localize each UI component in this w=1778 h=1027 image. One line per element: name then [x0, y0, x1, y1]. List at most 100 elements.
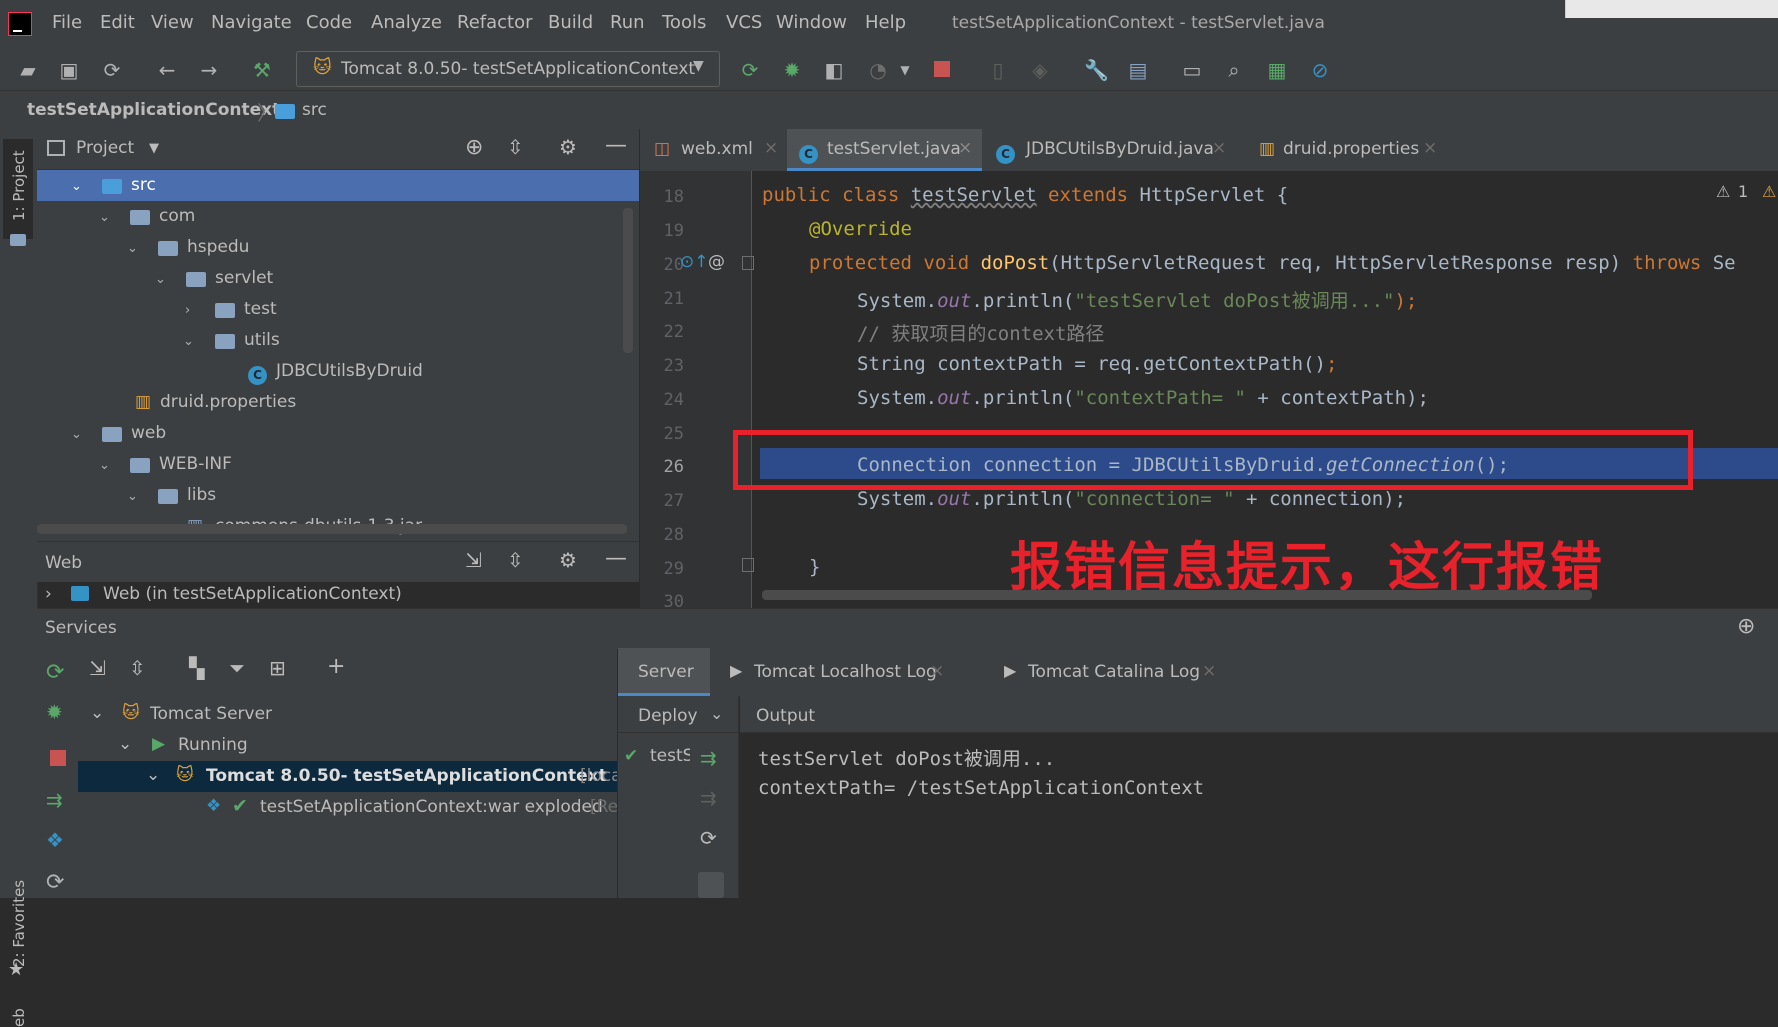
- services-title[interactable]: Services: [45, 618, 117, 638]
- chevron-down-icon[interactable]: ▼: [149, 141, 159, 156]
- coverage-icon[interactable]: ◈: [1028, 58, 1052, 82]
- collapse-all-icon[interactable]: ⇳: [507, 548, 524, 572]
- menu-edit[interactable]: Edit: [100, 12, 135, 33]
- attach-debugger-icon[interactable]: ▯: [986, 58, 1010, 82]
- override-marker-icon[interactable]: ⊙↑: [680, 252, 709, 272]
- web-tree-row[interactable]: › Web (in testSetApplicationContext): [37, 582, 639, 608]
- menu-tools[interactable]: Tools: [662, 12, 706, 33]
- fold-marker-icon[interactable]: [742, 558, 754, 572]
- undeploy-icon[interactable]: ⇉: [700, 786, 717, 810]
- service-tomcat-server[interactable]: ⌄ 🐱 Tomcat Server: [78, 699, 618, 730]
- project-scrollbar[interactable]: [623, 208, 633, 353]
- tree-item-src[interactable]: ⌄ src: [37, 170, 639, 201]
- expand-all-icon[interactable]: ⇲: [89, 656, 106, 680]
- back-arrow-icon[interactable]: ←: [155, 58, 179, 82]
- project-structure-icon[interactable]: ▤: [1126, 58, 1150, 82]
- tab-jdbcutils-java[interactable]: C JDBCUtilsByDruid.java ×: [990, 129, 1232, 171]
- filter-icon[interactable]: ⏷: [229, 656, 245, 680]
- rerun-icon[interactable]: ⟳: [46, 660, 64, 685]
- settings-wrench-icon[interactable]: 🔧: [1084, 58, 1109, 82]
- web-tool-tab[interactable]: eb: [10, 1008, 28, 1027]
- stop-icon[interactable]: [934, 61, 950, 77]
- web-panel-title[interactable]: Web: [45, 553, 82, 573]
- close-icon[interactable]: ×: [1202, 661, 1216, 681]
- favorites-tool-tab[interactable]: 2: Favorites: [10, 880, 28, 967]
- search-icon[interactable]: ⌕: [1222, 58, 1246, 82]
- breadcrumb-project[interactable]: testSetApplicationContext: [27, 100, 280, 120]
- tree-item-web-inf[interactable]: ⌄ WEB-INF: [37, 449, 639, 480]
- open-folder-icon[interactable]: ▰: [16, 58, 40, 82]
- service-war-exploded[interactable]: ❖ ✔ testSetApplicationContext:war explod…: [78, 792, 617, 823]
- close-icon[interactable]: ×: [958, 138, 972, 158]
- project-hscrollbar[interactable]: [37, 524, 627, 534]
- terminal-icon[interactable]: ▭: [1180, 58, 1204, 82]
- minimize-icon[interactable]: —: [605, 546, 627, 571]
- tab-testservlet-java[interactable]: C testServlet.java ×: [787, 129, 982, 171]
- group-icon[interactable]: ▚: [189, 656, 204, 680]
- chevron-down-icon[interactable]: ⌄: [710, 704, 723, 723]
- project-panel-title[interactable]: Project: [76, 138, 134, 158]
- sync-icon[interactable]: ⟳: [100, 58, 124, 82]
- forward-arrow-icon[interactable]: →: [197, 58, 221, 82]
- service-running[interactable]: ⌄ ▶ Running: [78, 730, 618, 761]
- deployment-item[interactable]: testS: [650, 746, 690, 766]
- menu-window[interactable]: Window: [776, 12, 847, 33]
- run-configuration-dropdown[interactable]: 🐱 Tomcat 8.0.50- testSetApplicationConte…: [296, 51, 720, 87]
- stop-icon[interactable]: [50, 750, 66, 766]
- tree-item-com[interactable]: ⌄ com: [37, 201, 639, 232]
- editor-hscrollbar[interactable]: [762, 590, 1592, 600]
- close-icon[interactable]: ×: [764, 138, 778, 158]
- tree-item-hspedu[interactable]: ⌄ hspedu: [37, 232, 639, 263]
- tab-catalina-log[interactable]: ▶ Tomcat Catalina Log ×: [1004, 648, 1244, 696]
- menu-vcs[interactable]: VCS: [726, 12, 762, 33]
- gear-icon[interactable]: ⚙: [559, 548, 577, 572]
- close-icon[interactable]: ×: [1212, 138, 1226, 158]
- service-tomcat-instance[interactable]: ⌄ 🐱 Tomcat 8.0.50- testSetApplicationCon…: [78, 761, 617, 792]
- menu-build[interactable]: Build: [548, 12, 593, 33]
- tree-item-test[interactable]: › test: [37, 294, 639, 325]
- refresh-icon[interactable]: ⟳: [700, 826, 717, 850]
- output-toggle-icon[interactable]: [698, 872, 724, 898]
- add-icon[interactable]: +: [327, 654, 345, 679]
- menu-run[interactable]: Run: [610, 12, 645, 33]
- deploy-icon[interactable]: ⇉: [46, 788, 63, 812]
- menu-refactor[interactable]: Refactor: [457, 12, 533, 33]
- menu-file[interactable]: File: [52, 12, 82, 33]
- fold-marker-icon[interactable]: [742, 256, 754, 270]
- breadcrumb-src[interactable]: src: [302, 100, 327, 120]
- tree-item-druid-properties[interactable]: ▥ druid.properties: [37, 387, 639, 418]
- tree-item-web[interactable]: ⌄ web: [37, 418, 639, 449]
- menu-navigate[interactable]: Navigate: [211, 12, 292, 33]
- menu-view[interactable]: View: [151, 12, 194, 33]
- menu-code[interactable]: Code: [306, 12, 352, 33]
- debug-bug-icon[interactable]: ✹: [46, 700, 63, 724]
- warning-icon[interactable]: ⚠: [1716, 182, 1730, 201]
- new-service-icon[interactable]: ⊞: [269, 656, 286, 680]
- chevron-down-icon[interactable]: ▼: [893, 58, 917, 82]
- menu-analyze[interactable]: Analyze: [371, 12, 442, 33]
- close-icon[interactable]: ×: [1423, 138, 1437, 158]
- locate-crosshair-icon[interactable]: ⊕: [465, 135, 483, 160]
- profile-icon[interactable]: ◔: [866, 58, 890, 82]
- monitor-icon[interactable]: ▦: [1265, 58, 1289, 82]
- project-tool-tab[interactable]: 1: Project: [10, 150, 28, 221]
- tab-localhost-log[interactable]: ▶ Tomcat Localhost Log ×: [730, 648, 960, 696]
- tab-druid-properties[interactable]: ▥ druid.properties ×: [1255, 129, 1445, 171]
- save-icon[interactable]: ▣: [57, 58, 81, 82]
- build-hammer-icon[interactable]: ⚒: [250, 58, 274, 82]
- rerun-icon[interactable]: ⟳: [738, 58, 762, 82]
- tab-server[interactable]: Server: [618, 648, 710, 696]
- debug-bug-icon[interactable]: ✹: [780, 58, 804, 82]
- tree-item-jdbcutils[interactable]: C JDBCUtilsByDruid: [37, 356, 639, 387]
- expand-all-icon[interactable]: ⇲: [465, 548, 482, 572]
- tab-web-xml[interactable]: ◫ web.xml ×: [650, 129, 782, 171]
- minimize-icon[interactable]: —: [605, 133, 627, 158]
- deploy-icon[interactable]: ⇉: [700, 746, 717, 770]
- artifact-icon[interactable]: ❖: [46, 828, 64, 852]
- tree-item-servlet[interactable]: ⌄ servlet: [37, 263, 639, 294]
- gear-icon[interactable]: ⚙: [559, 135, 577, 159]
- collapse-all-icon[interactable]: ⇳: [129, 656, 146, 680]
- crosshair-icon[interactable]: ⊕: [1737, 614, 1755, 639]
- run-coverage-icon[interactable]: ◧: [822, 58, 846, 82]
- menu-help[interactable]: Help: [865, 12, 906, 33]
